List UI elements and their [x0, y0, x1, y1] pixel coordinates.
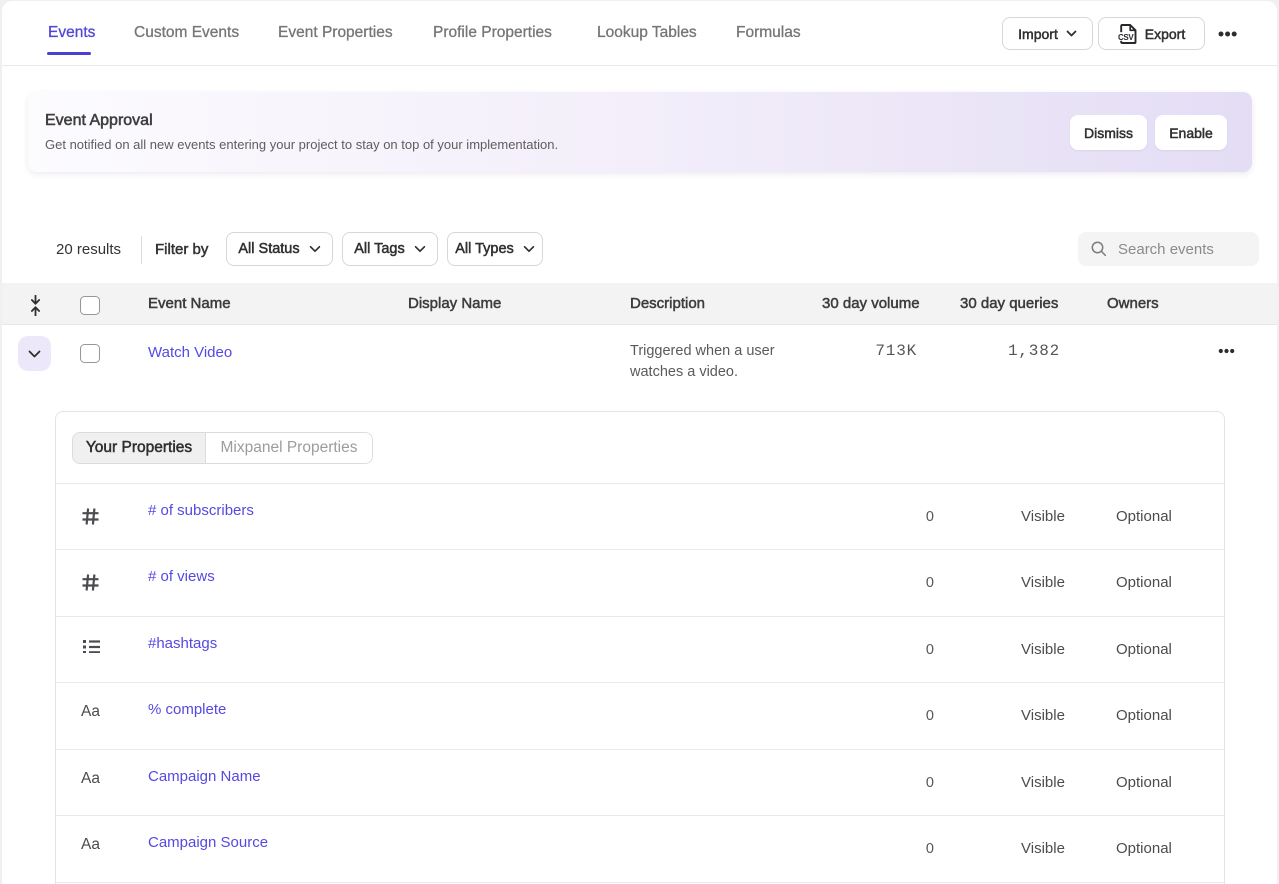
svg-text:CSV: CSV [1118, 33, 1134, 42]
